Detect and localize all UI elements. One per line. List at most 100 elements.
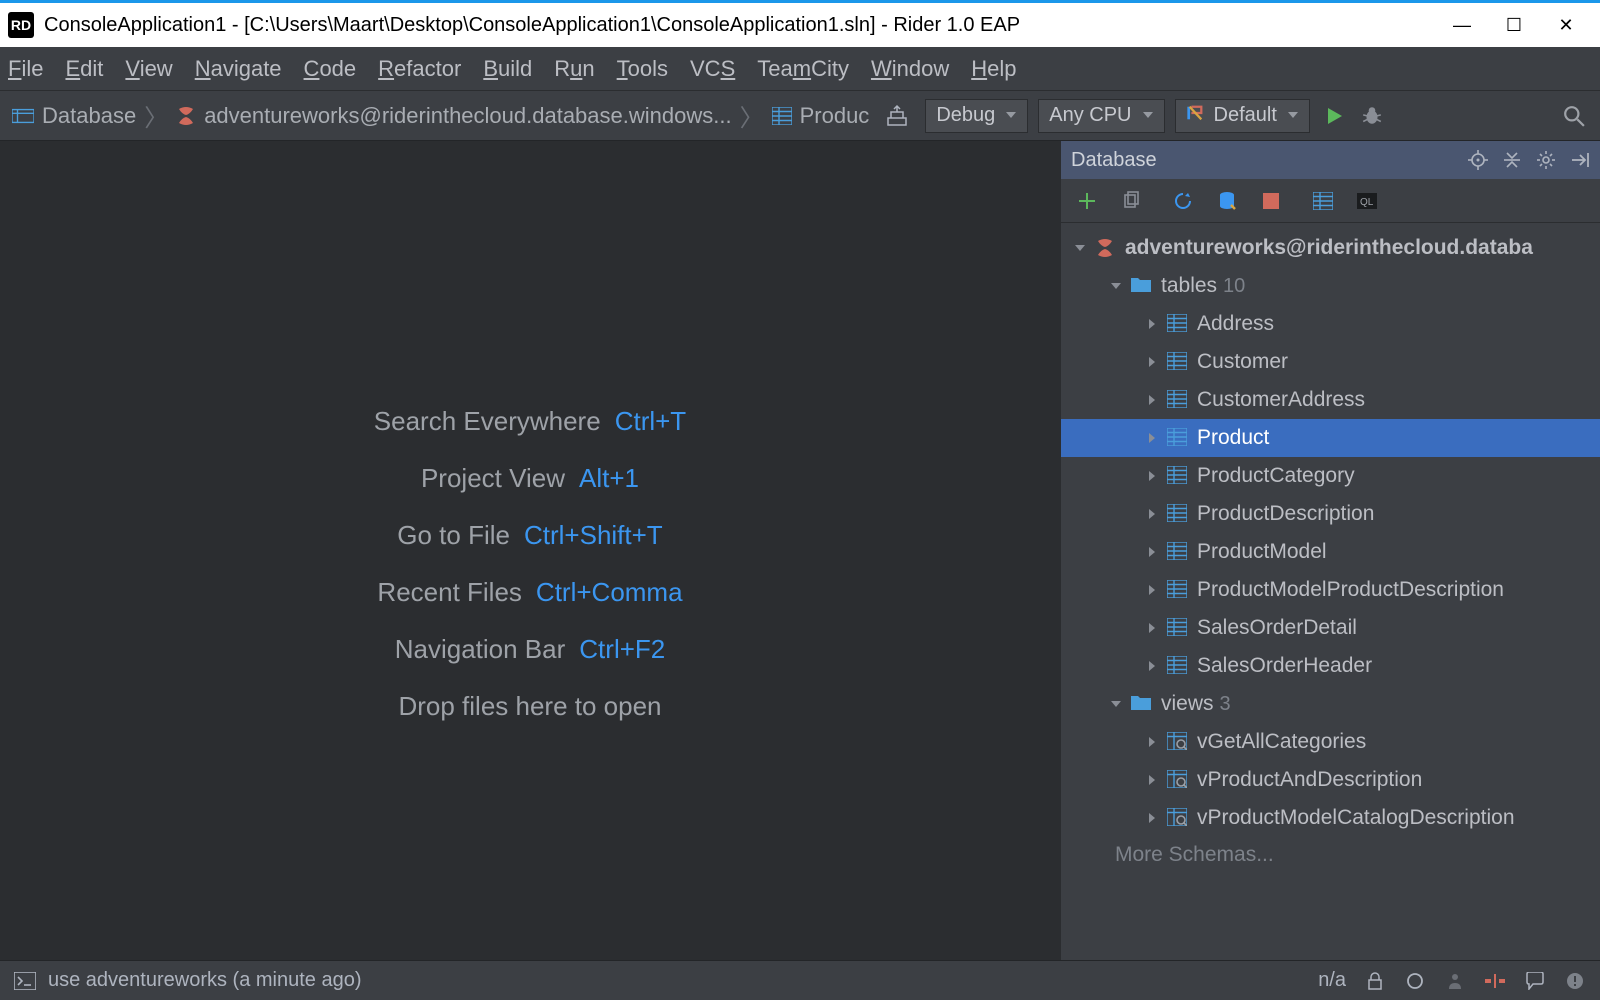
menu-file[interactable]: File — [8, 56, 43, 82]
welcome-row: Project ViewAlt+1 — [374, 463, 686, 494]
tree-node-label: CustomerAddress — [1197, 388, 1365, 412]
menu-teamcity[interactable]: TeamCity — [757, 56, 849, 82]
expand-icon[interactable] — [1107, 698, 1125, 710]
feedback-icon[interactable] — [1524, 970, 1546, 992]
tree-node-table[interactable]: Address — [1061, 305, 1600, 343]
menu-tools[interactable]: Tools — [617, 56, 668, 82]
inspection-profile-icon[interactable] — [1444, 970, 1466, 992]
search-button[interactable] — [1560, 102, 1588, 130]
expand-icon[interactable] — [1143, 470, 1161, 482]
settings-gear-icon[interactable] — [1536, 150, 1556, 170]
tree-node-table[interactable]: SalesOrderHeader — [1061, 647, 1600, 685]
expand-icon[interactable] — [1143, 356, 1161, 368]
add-datasource-button[interactable] — [1075, 189, 1099, 213]
run-config-label: Debug — [936, 104, 995, 127]
expand-icon[interactable] — [1143, 508, 1161, 520]
hide-toolwindow-icon[interactable] — [1570, 150, 1590, 170]
expand-icon[interactable] — [1071, 242, 1089, 254]
tree-node-table[interactable]: Product — [1061, 419, 1600, 457]
tree-node-label: SalesOrderDetail — [1197, 616, 1357, 640]
database-icon — [12, 107, 34, 125]
tree-node-table[interactable]: ProductModelProductDescription — [1061, 571, 1600, 609]
tree-node-table[interactable]: Customer — [1061, 343, 1600, 381]
expand-icon[interactable] — [1107, 280, 1125, 292]
tree-node-label: Product — [1197, 426, 1269, 450]
process-indicator-icon[interactable] — [1404, 970, 1426, 992]
close-button[interactable]: ✕ — [1540, 3, 1592, 47]
breadcrumb-separator: 〉 — [144, 98, 168, 133]
maximize-button[interactable]: ☐ — [1488, 3, 1540, 47]
table-icon — [1167, 428, 1189, 448]
target-combo[interactable]: Default — [1175, 99, 1310, 133]
tree-node-table[interactable]: ProductDescription — [1061, 495, 1600, 533]
scroll-from-source-icon[interactable] — [1468, 150, 1488, 170]
debug-button[interactable] — [1358, 102, 1386, 130]
expand-icon[interactable] — [1143, 660, 1161, 672]
more-schemas-link[interactable]: More Schemas... — [1061, 837, 1600, 873]
expand-icon[interactable] — [1143, 394, 1161, 406]
menu-window[interactable]: Window — [871, 56, 949, 82]
expand-icon[interactable] — [1143, 774, 1161, 786]
tree-node-views-folder[interactable]: views 3 — [1061, 685, 1600, 723]
breadcrumb-connection[interactable]: adventureworks@riderinthecloud.database.… — [176, 103, 731, 129]
tree-node-tables-folder[interactable]: tables 10 — [1061, 267, 1600, 305]
git-branch-conflict-icon[interactable] — [1484, 970, 1506, 992]
tree-node-table[interactable]: SalesOrderDetail — [1061, 609, 1600, 647]
minimize-button[interactable]: — — [1436, 3, 1488, 47]
run-button[interactable] — [1320, 102, 1348, 130]
duplicate-button[interactable] — [1119, 189, 1143, 213]
menu-navigate[interactable]: Navigate — [195, 56, 282, 82]
refresh-button[interactable] — [1171, 189, 1195, 213]
folder-icon — [1131, 276, 1153, 296]
menu-edit[interactable]: Edit — [65, 56, 103, 82]
terminal-toolwindow-icon[interactable] — [14, 970, 36, 992]
shortcut-hint: Ctrl+F2 — [579, 634, 665, 664]
table-icon — [1167, 390, 1189, 410]
table-editor-button[interactable] — [1311, 189, 1335, 213]
stop-button[interactable] — [1259, 189, 1283, 213]
expand-icon[interactable] — [1143, 432, 1161, 444]
event-log-icon[interactable] — [1564, 970, 1586, 992]
platform-combo[interactable]: Any CPU — [1038, 99, 1164, 133]
database-toolwindow-title: Database — [1071, 149, 1157, 172]
run-config-combo[interactable]: Debug — [925, 99, 1028, 133]
welcome-row: Recent FilesCtrl+Comma — [374, 577, 686, 608]
tree-node-label: vProductAndDescription — [1197, 768, 1422, 792]
expand-icon[interactable] — [1143, 736, 1161, 748]
tree-node-table[interactable]: ProductCategory — [1061, 457, 1600, 495]
expand-icon[interactable] — [1143, 546, 1161, 558]
tree-node-label: vGetAllCategories — [1197, 730, 1366, 754]
menu-vcs[interactable]: VCS — [690, 56, 735, 82]
tree-node-table[interactable]: CustomerAddress — [1061, 381, 1600, 419]
tree-node-table[interactable]: vProductAndDescription — [1061, 761, 1600, 799]
expand-icon[interactable] — [1143, 584, 1161, 596]
open-console-button[interactable] — [1355, 189, 1379, 213]
menu-build[interactable]: Build — [483, 56, 532, 82]
table-icon — [1167, 580, 1189, 600]
shortcut-hint: Alt+1 — [579, 463, 639, 493]
welcome-row: Go to FileCtrl+Shift+T — [374, 520, 686, 551]
expand-icon[interactable] — [1143, 622, 1161, 634]
breadcrumb-separator: 〉 — [740, 98, 764, 133]
menu-view[interactable]: View — [125, 56, 172, 82]
breadcrumb-database[interactable]: Database — [12, 103, 136, 129]
breadcrumb-table[interactable]: Produc — [772, 103, 870, 129]
database-toolwindow-header[interactable]: Database — [1061, 141, 1600, 179]
expand-icon[interactable] — [1143, 318, 1161, 330]
menu-help[interactable]: Help — [971, 56, 1016, 82]
build-project-icon[interactable] — [885, 104, 909, 128]
editor-empty-area[interactable]: Search EverywhereCtrl+T Project ViewAlt+… — [0, 141, 1060, 960]
menu-run[interactable]: Run — [554, 56, 594, 82]
db-properties-button[interactable] — [1215, 189, 1239, 213]
expand-icon[interactable] — [1143, 812, 1161, 824]
collapse-all-icon[interactable] — [1502, 150, 1522, 170]
tree-node-table[interactable]: ProductModel — [1061, 533, 1600, 571]
tree-node-table[interactable]: vProductModelCatalogDescription — [1061, 799, 1600, 837]
lock-icon[interactable] — [1364, 970, 1386, 992]
tree-node-connection[interactable]: adventureworks@riderinthecloud.databa — [1061, 229, 1600, 267]
menu-refactor[interactable]: Refactor — [378, 56, 461, 82]
menu-code[interactable]: Code — [304, 56, 357, 82]
tree-node-label: Address — [1197, 312, 1274, 336]
tree-node-table[interactable]: vGetAllCategories — [1061, 723, 1600, 761]
resharper-icon — [1186, 104, 1204, 128]
